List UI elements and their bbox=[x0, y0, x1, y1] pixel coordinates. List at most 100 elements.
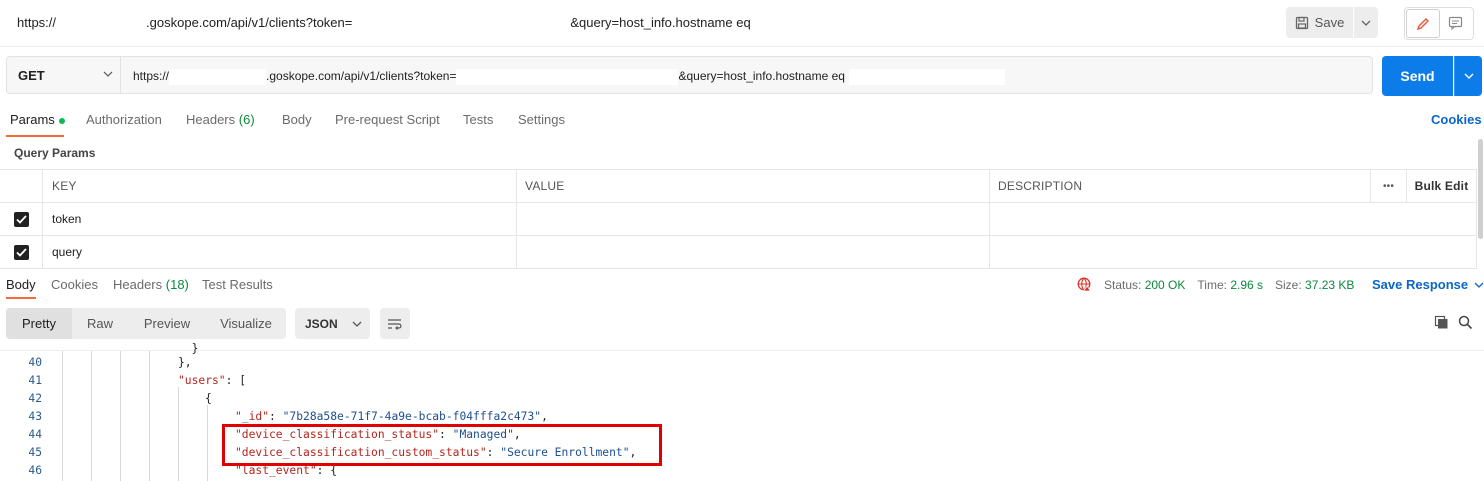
line-number: 44 bbox=[28, 428, 42, 441]
tab-authorization[interactable]: Authorization bbox=[86, 112, 162, 127]
tab-label: Headers bbox=[113, 277, 163, 292]
save-options-button[interactable] bbox=[1354, 7, 1378, 38]
title-url-query: &query=host_info.hostname eq bbox=[570, 15, 751, 30]
title-url-prefix: https:// bbox=[17, 15, 57, 30]
save-button[interactable]: Save bbox=[1286, 7, 1353, 38]
edit-mode-button[interactable] bbox=[1406, 9, 1440, 38]
url-text[interactable]: https:// .goskope.com/api/v1/clients?toke… bbox=[133, 69, 1005, 85]
tab-settings[interactable]: Settings bbox=[518, 112, 565, 127]
response-tab-test-results[interactable]: Test Results bbox=[202, 277, 273, 292]
chevron-down-icon bbox=[103, 71, 113, 77]
param-description-cell[interactable] bbox=[990, 236, 1477, 269]
param-key-cell[interactable]: token bbox=[43, 203, 517, 236]
documentation-button[interactable] bbox=[1440, 9, 1470, 36]
code-line: }, bbox=[178, 356, 192, 369]
json-punct: : [ bbox=[225, 374, 247, 387]
method-value: GET bbox=[18, 67, 45, 83]
code-line-partial: } bbox=[178, 342, 199, 355]
chevron-down-icon bbox=[1474, 282, 1484, 288]
tab-count: (6) bbox=[238, 112, 255, 127]
url-path: .goskope.com/api/v1/clients?token= bbox=[266, 69, 457, 84]
save-label: Save bbox=[1314, 15, 1345, 30]
redacted-host bbox=[169, 69, 267, 85]
json-string: "7b28a58e-71f7-4a9e-bcab-f04fffa2c473" bbox=[282, 410, 542, 423]
view-raw-button[interactable]: Raw bbox=[76, 308, 124, 339]
send-options-button[interactable] bbox=[1454, 56, 1482, 96]
redacted-token bbox=[456, 69, 679, 85]
json-key: "users" bbox=[178, 374, 226, 387]
query-params-table: KEY VALUE DESCRIPTION ••• Bulk Edit toke… bbox=[0, 169, 1477, 269]
request-title[interactable]: https:// .goskope.com/api/v1/clients?toke… bbox=[17, 15, 751, 30]
wrap-icon bbox=[388, 318, 402, 330]
chevron-down-icon bbox=[1361, 20, 1371, 26]
save-response-label: Save Response bbox=[1372, 277, 1469, 292]
tab-body[interactable]: Body bbox=[282, 112, 312, 127]
send-label: Send bbox=[1400, 68, 1435, 84]
wrap-lines-button[interactable] bbox=[380, 308, 410, 339]
param-value-cell[interactable] bbox=[517, 203, 990, 236]
globe-warning-icon[interactable] bbox=[1077, 277, 1092, 292]
indent-guide bbox=[207, 405, 208, 481]
view-visualize-button[interactable]: Visualize bbox=[210, 308, 282, 339]
url-query: &query=host_info.hostname eq bbox=[678, 69, 845, 84]
status-label: Status: bbox=[1104, 277, 1142, 292]
pencil-icon bbox=[1416, 17, 1429, 30]
response-status: Status: 200 OK Time: 2.96 s Size: 37.23 … bbox=[1077, 277, 1354, 292]
status-value: 200 OK bbox=[1144, 277, 1186, 292]
indent-guide bbox=[178, 387, 179, 481]
param-key-cell[interactable]: query bbox=[43, 236, 517, 269]
code-line: "users": [ bbox=[178, 374, 246, 387]
tab-params[interactable]: Params bbox=[10, 112, 65, 127]
line-number: 45 bbox=[28, 446, 42, 459]
time-value[interactable]: 2.96 s bbox=[1230, 278, 1263, 292]
chevron-down-icon bbox=[1464, 73, 1473, 79]
active-tab-indicator bbox=[6, 135, 64, 137]
search-button[interactable] bbox=[1458, 315, 1473, 333]
copy-button[interactable] bbox=[1434, 315, 1449, 333]
line-number: 41 bbox=[28, 374, 42, 387]
title-url-path: .goskope.com/api/v1/clients?token= bbox=[146, 15, 353, 30]
response-tab-cookies[interactable]: Cookies bbox=[51, 277, 98, 292]
bulk-edit-button[interactable]: Bulk Edit bbox=[1407, 170, 1477, 203]
json-punct: , bbox=[541, 410, 548, 423]
scrollbar[interactable] bbox=[1478, 139, 1483, 239]
response-tab-body[interactable]: Body bbox=[6, 277, 36, 292]
search-icon bbox=[1458, 315, 1473, 330]
line-number: 46 bbox=[28, 464, 42, 477]
tab-label: Settings bbox=[518, 112, 565, 127]
table-row-checkbox[interactable] bbox=[0, 236, 43, 269]
copy-icon bbox=[1434, 315, 1448, 329]
tab-label: Params bbox=[10, 112, 55, 127]
line-number: 42 bbox=[28, 392, 42, 405]
cookies-link[interactable]: Cookies bbox=[1431, 112, 1482, 127]
format-select[interactable]: JSON bbox=[295, 308, 370, 339]
view-pretty-button[interactable]: Pretty bbox=[6, 308, 72, 339]
method-select[interactable]: GET bbox=[6, 56, 121, 94]
column-header-description: DESCRIPTION bbox=[990, 170, 1371, 203]
json-punct: : bbox=[269, 410, 283, 423]
checkbox-column-header bbox=[0, 170, 43, 203]
save-response-button[interactable]: Save Response bbox=[1372, 277, 1484, 292]
json-key: "_id" bbox=[235, 410, 270, 423]
save-icon bbox=[1295, 16, 1309, 30]
column-header-value: VALUE bbox=[517, 170, 990, 203]
checkbox-checked-icon bbox=[13, 244, 29, 260]
tab-pre-request-script[interactable]: Pre-request Script bbox=[335, 112, 440, 127]
tab-count: (18) bbox=[165, 277, 189, 292]
query-params-title: Query Params bbox=[14, 146, 96, 160]
view-preview-button[interactable]: Preview bbox=[134, 308, 200, 339]
column-options-button[interactable]: ••• bbox=[1371, 170, 1407, 203]
url-prefix: https:// bbox=[133, 69, 170, 84]
response-tab-headers[interactable]: Headers (18) bbox=[113, 277, 189, 292]
tab-tests[interactable]: Tests bbox=[463, 112, 493, 127]
comment-icon bbox=[1448, 16, 1462, 30]
param-value-cell[interactable] bbox=[517, 236, 990, 269]
tab-headers[interactable]: Headers (6) bbox=[186, 112, 255, 127]
indent-guide bbox=[149, 351, 150, 481]
param-description-cell[interactable] bbox=[990, 203, 1477, 236]
table-row-checkbox[interactable] bbox=[0, 203, 43, 236]
size-value[interactable]: 37.23 KB bbox=[1305, 278, 1354, 292]
send-button[interactable]: Send bbox=[1382, 56, 1453, 96]
indent-guide bbox=[120, 351, 121, 481]
code-line: { bbox=[205, 392, 212, 405]
